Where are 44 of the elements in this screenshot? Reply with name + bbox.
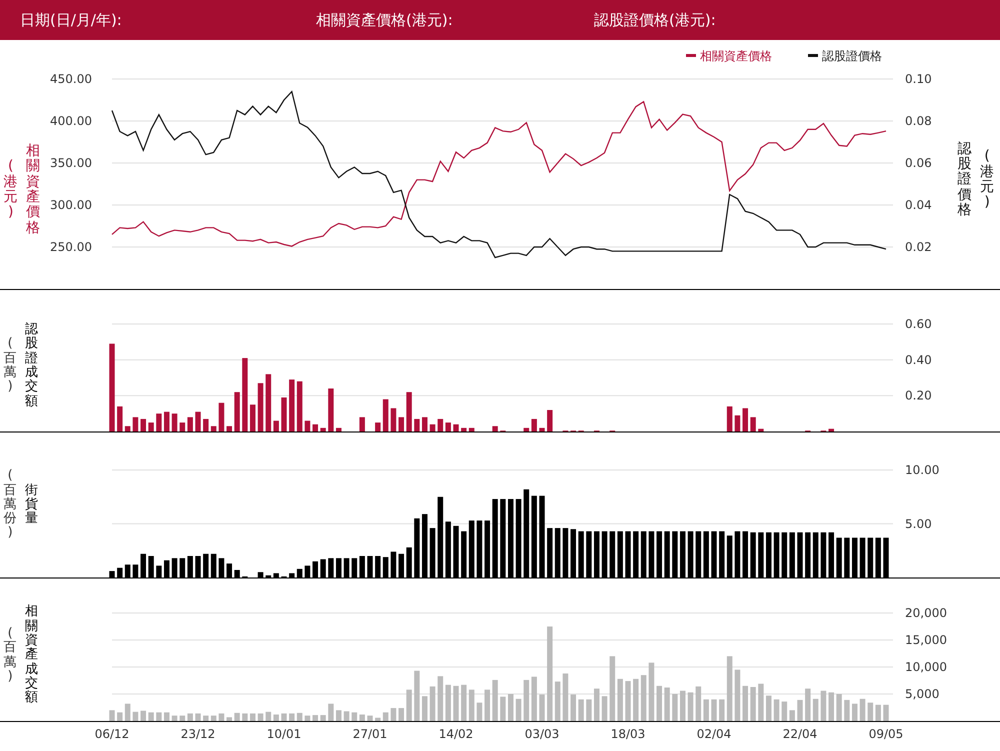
header-label: 相關資產價格(港元):	[316, 10, 454, 30]
axis-title: 認股證成交額	[24, 323, 39, 409]
axis-tick-label: 10/01	[266, 727, 302, 741]
axis-tick-label: 0.60	[905, 317, 932, 331]
axis-tick-label: 450.00	[50, 72, 92, 86]
axis-tick-label: 14/02	[438, 727, 474, 741]
axis-title: 相關資產價格	[25, 144, 41, 236]
axis-tick-label: 06/12	[94, 727, 130, 741]
axis-tick-label: 10.00	[905, 463, 940, 477]
axis-tick-label: 02/04	[696, 727, 732, 741]
axis-tick-label: 0.06	[905, 156, 932, 170]
axis-tick-label: 350.00	[50, 156, 92, 170]
header-label: 日期(日/月/年):	[20, 10, 123, 30]
axis-title: 相關資產成交額	[24, 605, 39, 706]
axis-tick-label: 0.08	[905, 114, 932, 128]
axis-tick-label: 0.04	[905, 198, 932, 212]
axis-tick-label: 300.00	[50, 198, 92, 212]
axis-title: (港元)	[3, 159, 18, 221]
axis-tick-label: 20,000	[905, 606, 947, 620]
axis-tick-label: 250.00	[50, 240, 92, 254]
axis-title: (港元)	[979, 149, 995, 211]
axis-tick-label: 18/03	[610, 727, 646, 741]
legend-label: 相關資產價格	[700, 49, 772, 63]
axis-title: (百萬)	[3, 337, 18, 395]
axis-title: 認股證價格	[957, 142, 972, 218]
axis-title: (百萬)	[3, 626, 18, 684]
axis-tick-label: 0.10	[905, 72, 932, 86]
header-label: 認股證價格(港元):	[594, 10, 716, 30]
axis-tick-label: 10,000	[905, 660, 947, 674]
axis-title: 街貨量	[24, 484, 39, 526]
legend-label: 認股證價格	[822, 49, 882, 63]
axis-tick-label: 0.02	[905, 240, 932, 254]
axis-tick-label: 22/04	[782, 727, 818, 741]
axis-tick-label: 5,000	[905, 687, 940, 701]
axis-tick-label: 5.00	[905, 516, 932, 531]
axis-tick-label: 09/05	[868, 727, 904, 741]
axis-tick-label: 0.20	[905, 388, 932, 403]
axis-title: (百萬份)	[3, 469, 18, 541]
axis-tick-label: 27/01	[352, 727, 388, 741]
axis-tick-label: 03/03	[524, 727, 560, 741]
axis-tick-label: 23/12	[180, 727, 216, 741]
axis-tick-label: 400.00	[50, 114, 92, 128]
axis-tick-label: 0.40	[905, 352, 932, 367]
axis-tick-label: 15,000	[905, 633, 947, 647]
